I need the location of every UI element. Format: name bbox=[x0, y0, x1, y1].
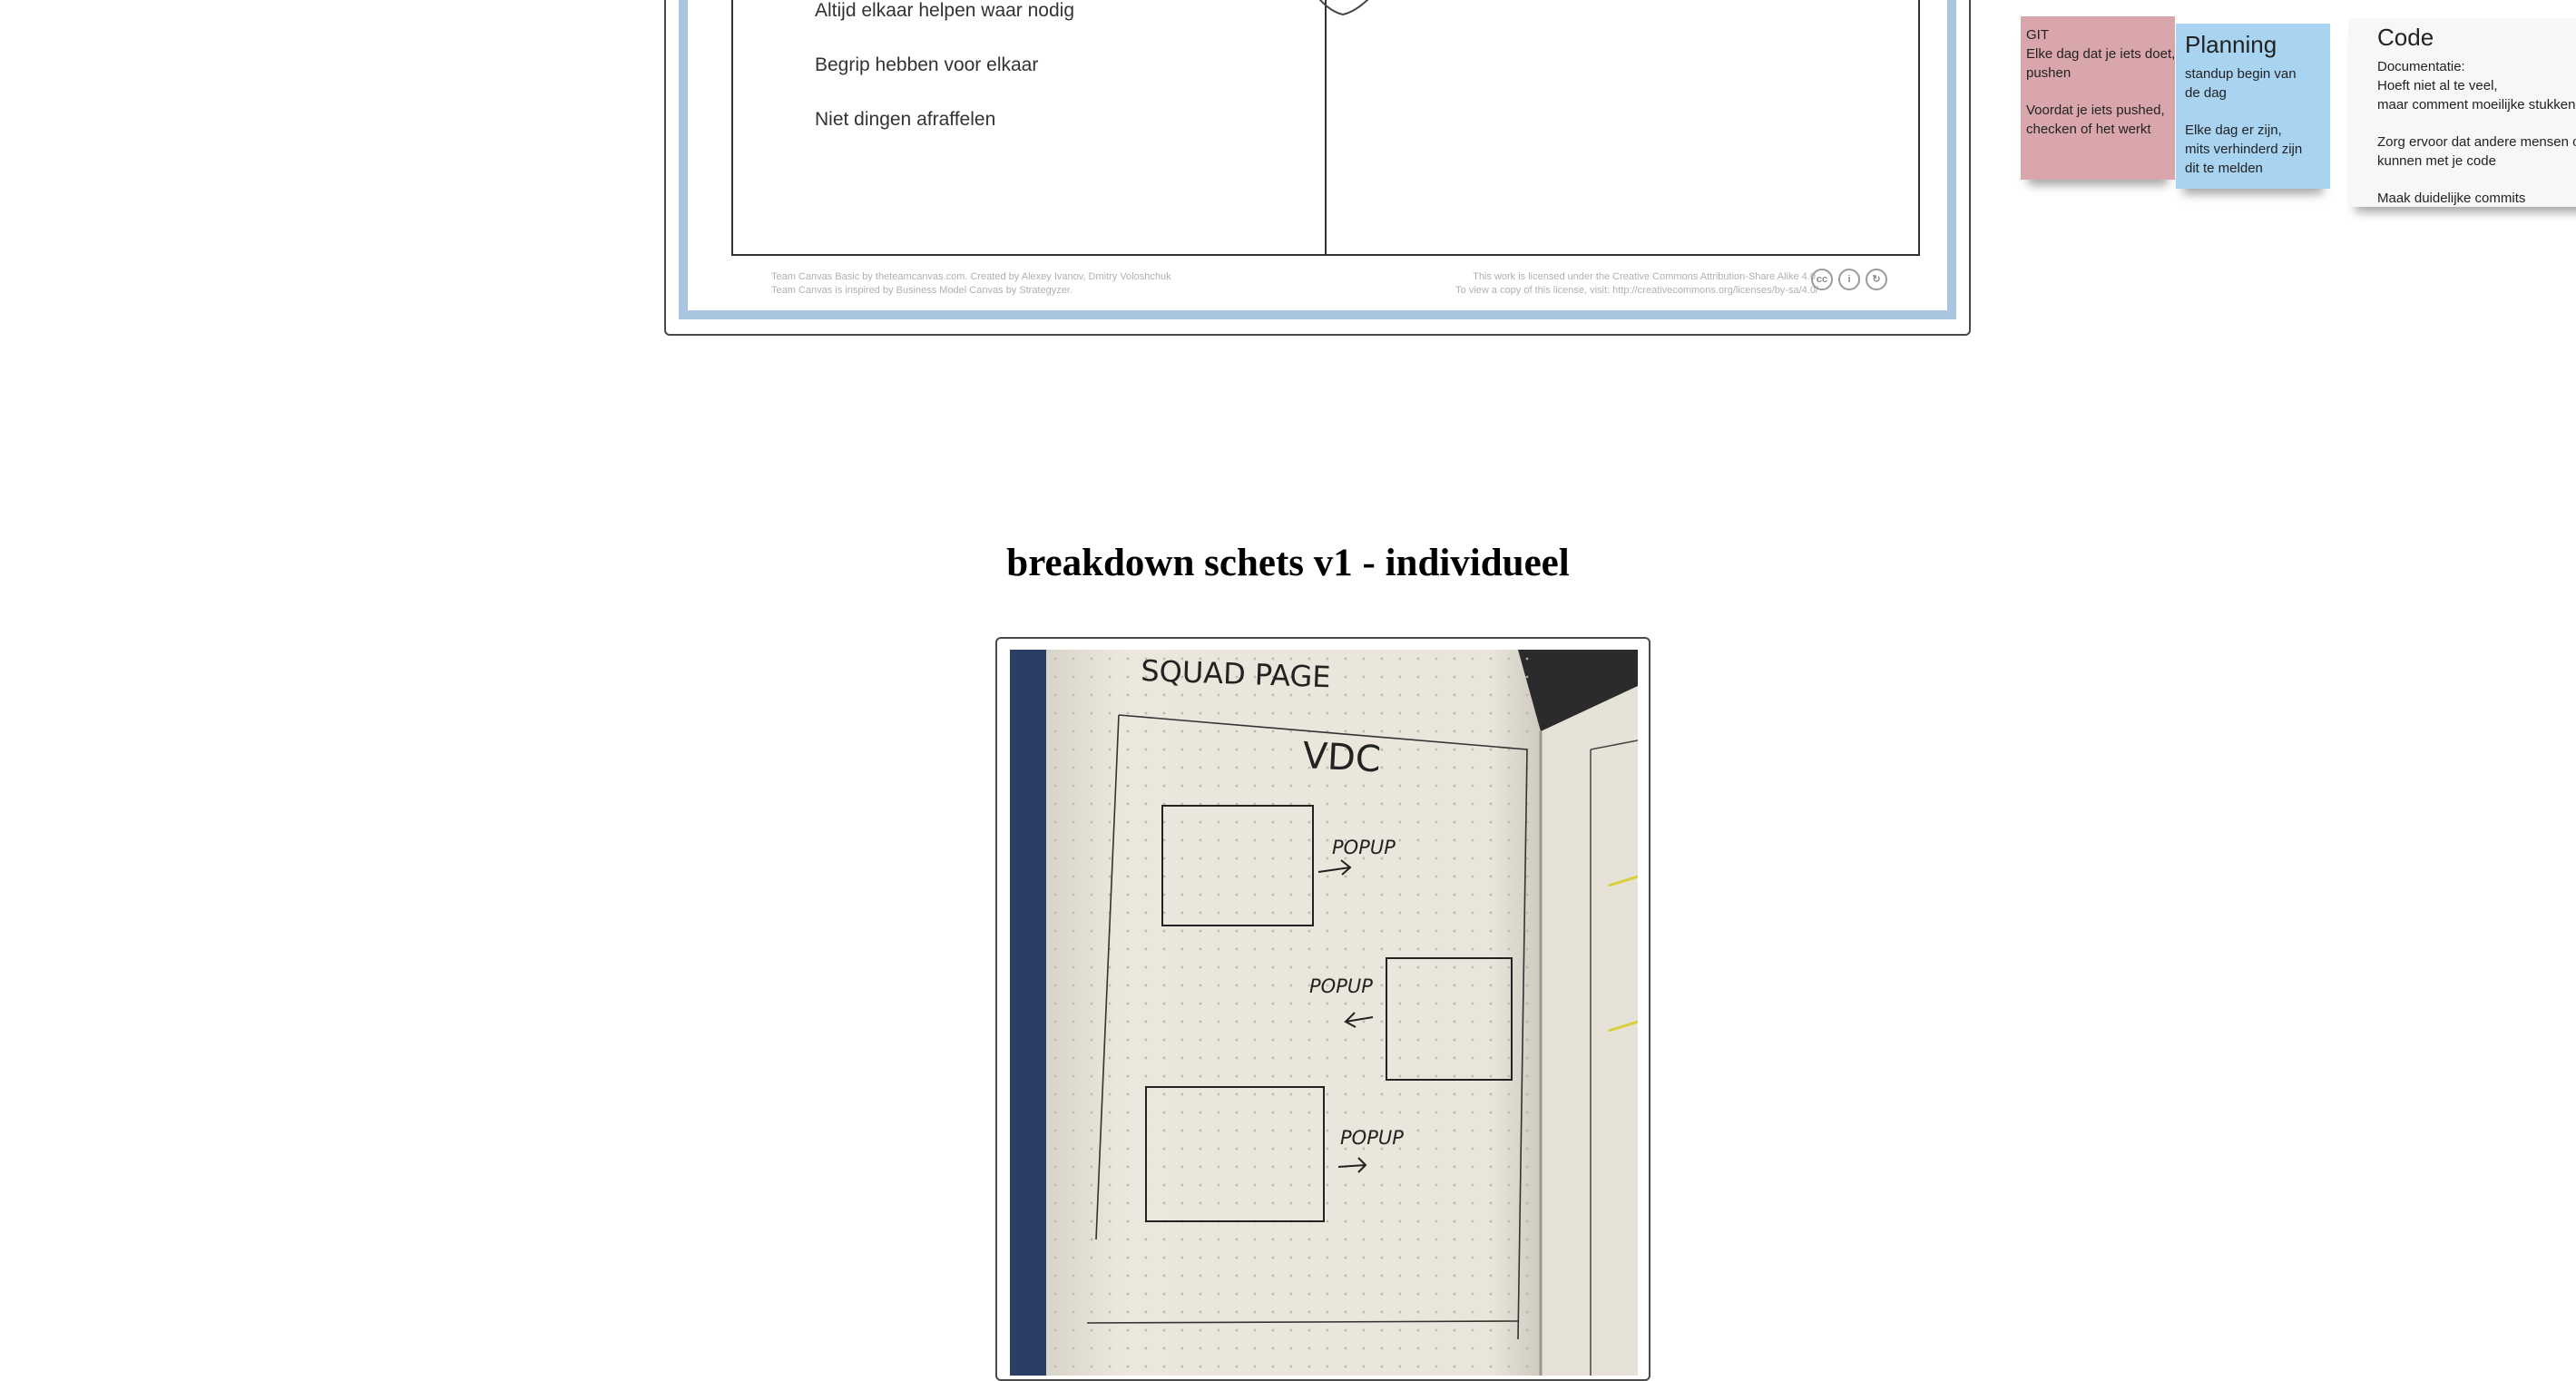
cc-icon: cc bbox=[1811, 269, 1833, 290]
license-line: This work is licensed under the Creative… bbox=[1473, 271, 1818, 282]
canvas-curve-lines bbox=[1318, 0, 1369, 16]
sticky-line: Documentatie: bbox=[2377, 59, 2465, 74]
rule-item: Begrip hebben voor elkaar bbox=[815, 54, 1039, 75]
sticky-line: GIT bbox=[2026, 27, 2049, 43]
sticky-line: pushen bbox=[2026, 65, 2072, 81]
sticky-line: Hoeft niet al te veel, bbox=[2377, 78, 2498, 93]
canvas-credits: Team Canvas Basic by theteamcanvas.com. … bbox=[771, 270, 1171, 298]
rule-item: Altijd elkaar helpen waar nodig bbox=[815, 0, 1075, 21]
sketch-title: SQUAD PAGE bbox=[1141, 653, 1331, 694]
team-canvas-figure: Altijd elkaar helpen waar nodig Begrip h… bbox=[664, 0, 2576, 336]
sketch-photo: SQUAD PAGE VDC POPUP POPUP POPUP bbox=[1010, 650, 1638, 1376]
attribution-icon: i bbox=[1838, 269, 1860, 290]
sticky-line: de dag bbox=[2185, 85, 2227, 101]
sticky-note-code: Code Documentatie: Hoeft niet al te veel… bbox=[2348, 18, 2576, 207]
sticky-title: Planning bbox=[2185, 31, 2277, 58]
rule-item: Niet dingen afraffelen bbox=[815, 109, 996, 130]
sticky-line: kunnen met je code bbox=[2377, 153, 2496, 169]
credit-line: Team Canvas Basic by theteamcanvas.com. … bbox=[771, 271, 1171, 282]
team-canvas-image: Altijd elkaar helpen waar nodig Begrip h… bbox=[679, 0, 2576, 319]
sticky-line: Maak duidelijke commits bbox=[2377, 191, 2526, 206]
credit-line: Team Canvas is inspired by Business Mode… bbox=[771, 285, 1073, 296]
sticky-line: dit te melden bbox=[2185, 161, 2263, 176]
share-alike-icon: ↻ bbox=[1866, 269, 1887, 290]
section-heading: breakdown schets v1 - individueel bbox=[1006, 542, 1570, 584]
license-line: To view a copy of this license, visit: h… bbox=[1455, 285, 1818, 296]
sticky-line: Voordat je iets pushed, bbox=[2026, 103, 2165, 118]
sticky-line: maar comment moeilijke stukken code bbox=[2377, 97, 2576, 113]
sketch-popup-label: POPUP bbox=[1340, 1127, 1404, 1149]
sketch-subtitle: VDC bbox=[1301, 735, 1381, 780]
sketch-popup-label: POPUP bbox=[1309, 975, 1373, 997]
sticky-note-planning: Planning standup begin van de dag Elke d… bbox=[2176, 24, 2330, 189]
team-canvas-grid: Altijd elkaar helpen waar nodig Begrip h… bbox=[731, 0, 1920, 256]
sticky-line: standup begin van bbox=[2185, 66, 2297, 82]
license-icons: cc i ↻ bbox=[1811, 269, 1887, 290]
team-canvas-paper: Altijd elkaar helpen waar nodig Begrip h… bbox=[688, 0, 2576, 310]
canvas-divider bbox=[1325, 0, 1327, 254]
sticky-line: Elke dag dat je iets doet, bbox=[2026, 46, 2176, 62]
sticky-line: Elke dag er zijn, bbox=[2185, 122, 2282, 138]
sketch-popup-label: POPUP bbox=[1332, 837, 1396, 858]
sticky-note-git: GIT Elke dag dat je iets doet, pushen Vo… bbox=[2021, 16, 2175, 180]
sticky-line: mits verhinderd zijn bbox=[2185, 142, 2303, 157]
sticky-line: Zorg ervoor dat andere mensen overweg bbox=[2377, 134, 2576, 150]
sticky-line: checken of het werkt bbox=[2026, 122, 2151, 137]
sticky-title: Code bbox=[2377, 24, 2434, 51]
license-text: This work is licensed under the Creative… bbox=[1455, 270, 1818, 298]
sketch-figure: SQUAD PAGE VDC POPUP POPUP POPUP bbox=[995, 637, 1650, 1381]
